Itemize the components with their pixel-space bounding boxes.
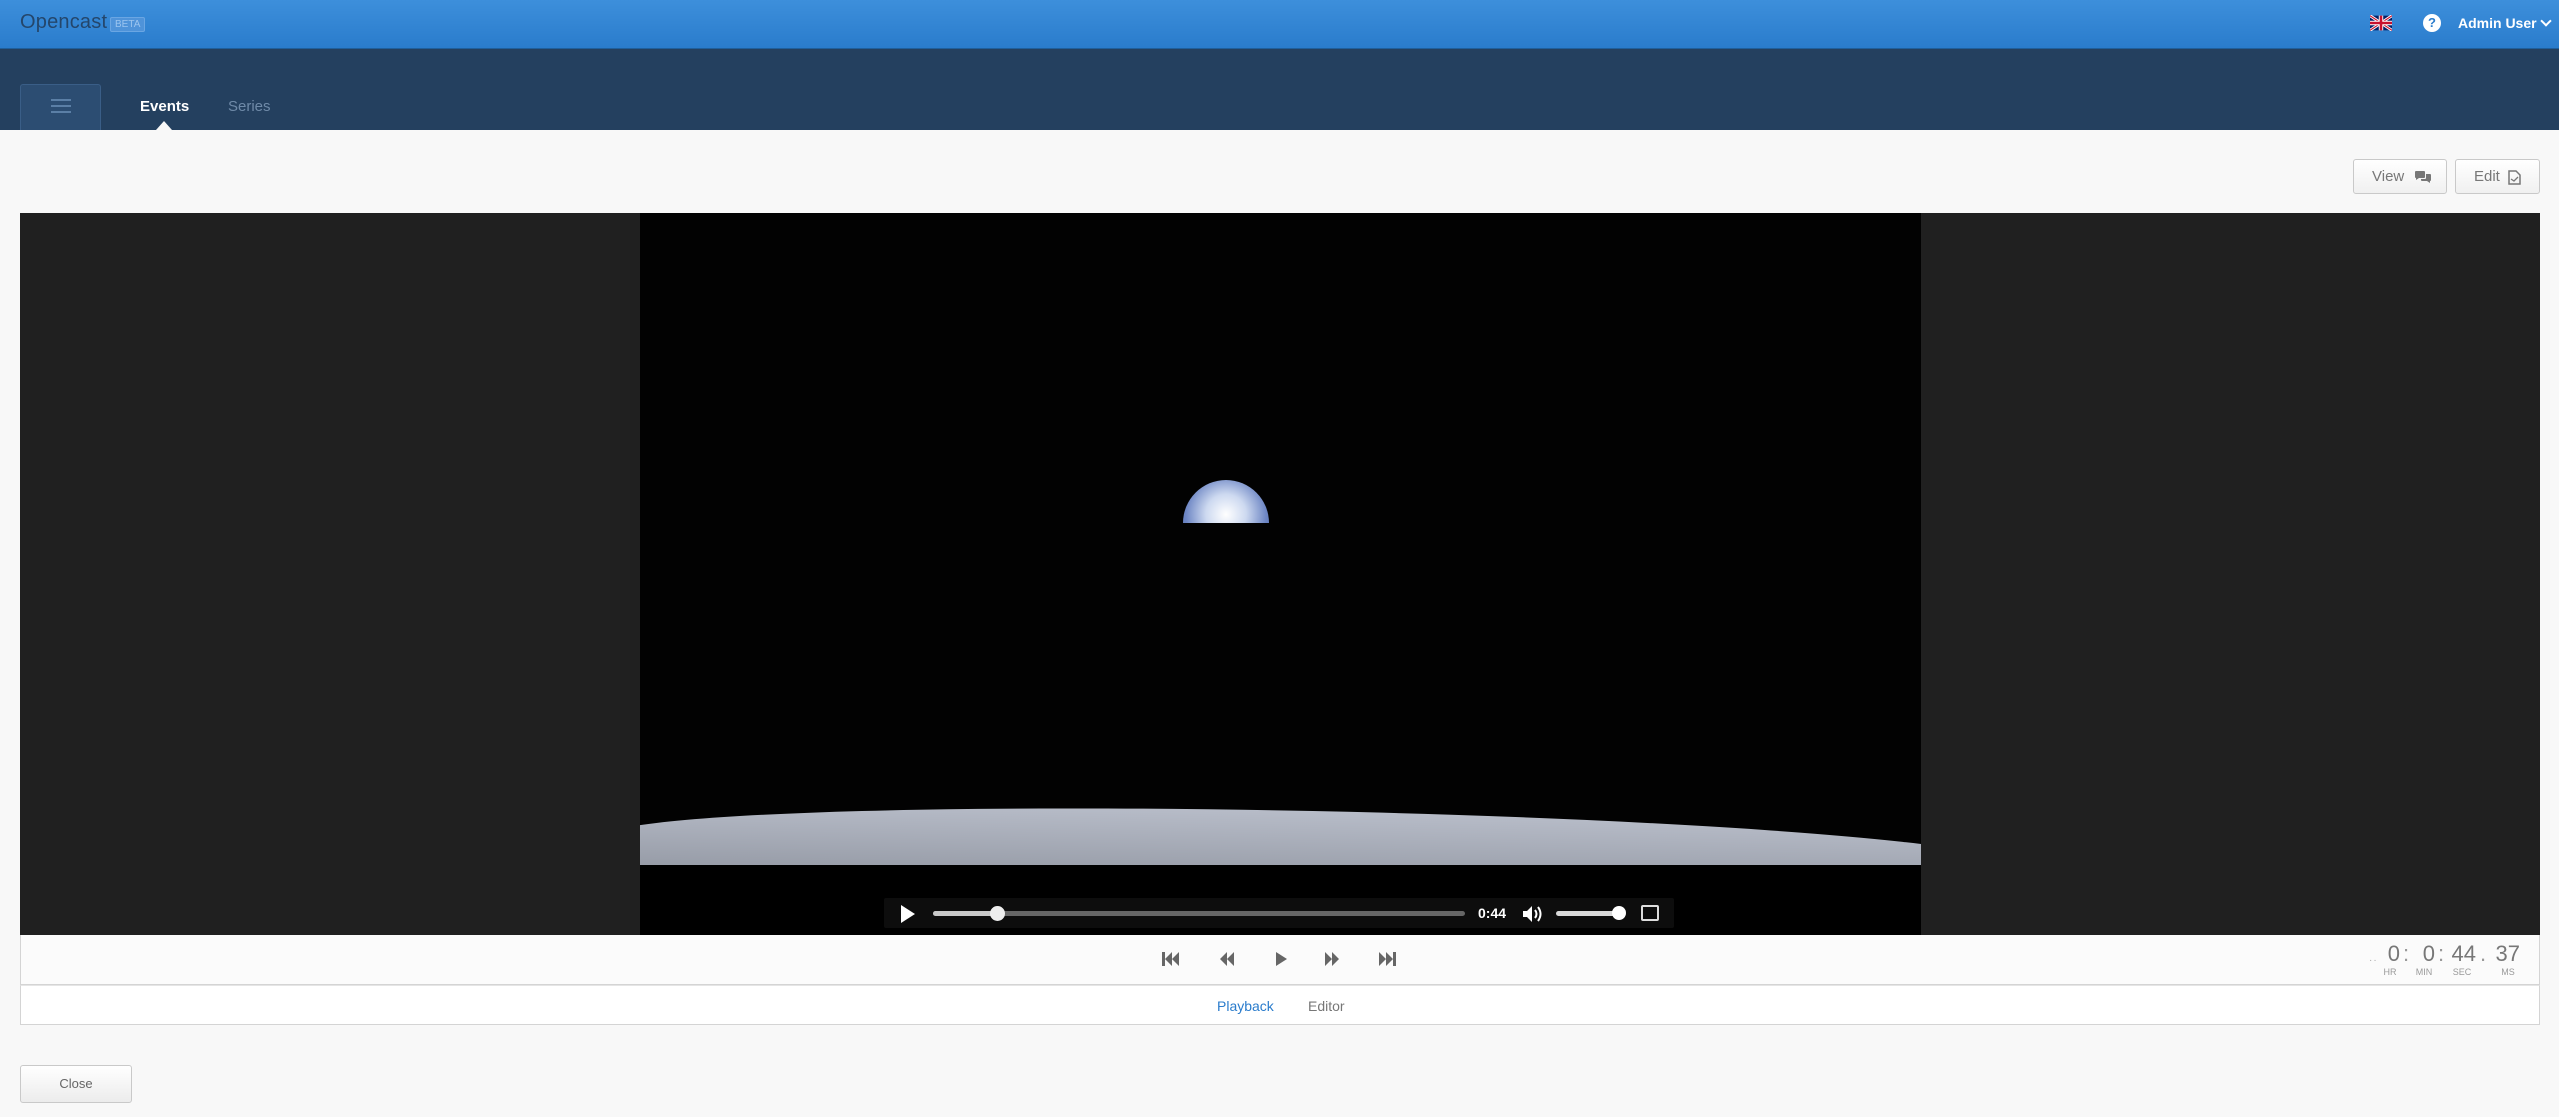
timecode-dots: ·· [2369,955,2378,966]
timecode-label-ms: MS [2501,967,2515,977]
video-stage [20,213,2540,935]
skip-to-start-icon[interactable] [1161,950,1181,968]
timecode-separator: : [2403,941,2410,966]
timecode-display: ·· 0 : 0 : 44 . 37 HR MIN SEC MS [2366,941,2541,981]
top-bar: Opencast BETA ? Admin User [0,0,2559,49]
view-button[interactable]: View [2353,159,2447,194]
tab-series[interactable]: Series [228,98,271,115]
tab-playback[interactable]: Playback [1217,998,1274,1014]
edit-button-label: Edit [2474,168,2500,185]
player-controls: 0:44 [884,898,1674,928]
menu-button[interactable] [20,84,101,130]
app-logo[interactable]: Opencast [20,11,107,34]
chevron-down-icon [2539,15,2552,27]
comments-icon [2415,171,2431,183]
fullscreen-icon[interactable] [1641,905,1659,921]
timecode-label-min: MIN [2415,967,2433,977]
flag-uk-icon[interactable] [2370,15,2392,31]
timecode-separator: . [2480,941,2487,966]
timecode-seconds: 44 [2451,941,2476,966]
view-button-label: View [2372,168,2405,185]
hamburger-icon [51,99,71,101]
tab-editor[interactable]: Editor [1308,998,1345,1014]
skip-to-end-icon[interactable] [1377,950,1397,968]
user-name: Admin User [2458,15,2537,31]
nav-bar: Events Series [0,49,2559,130]
help-icon[interactable]: ? [2423,14,2441,32]
edit-button[interactable]: Edit [2455,159,2540,194]
seek-bar-fill [933,911,997,916]
play-icon[interactable] [901,905,915,923]
fast-forward-icon[interactable] [1323,950,1341,968]
earth-image [1183,480,1269,523]
timecode-ms: 37 [2495,941,2520,966]
seek-bar-handle[interactable] [989,906,1005,921]
timecode-minutes: 0 [2422,941,2435,966]
current-time: 0:44 [1478,905,1507,921]
playback-control-bar: ·· 0 : 0 : 44 . 37 HR MIN SEC MS [20,935,2540,985]
user-menu[interactable]: Admin User [2458,15,2552,31]
hamburger-icon-line [51,105,71,107]
active-tab-pointer [156,121,172,130]
timecode-label-sec: SEC [2452,967,2472,977]
timecode-separator: : [2438,941,2445,966]
volume-icon[interactable] [1521,904,1545,924]
tab-events[interactable]: Events [140,98,189,115]
timecode-label-hr: HR [2383,967,2397,977]
timecode-hours: 0 [2387,941,2400,966]
document-icon [2508,170,2521,185]
seek-bar[interactable] [933,906,1465,921]
volume-slider-handle[interactable] [1612,906,1626,920]
rewind-icon[interactable] [1218,950,1236,968]
hamburger-icon-line [51,111,71,113]
play-icon[interactable] [1274,950,1288,968]
video-player[interactable] [640,213,1921,935]
mode-tabs: Playback Editor [20,985,2540,1025]
beta-badge: BETA [110,17,146,32]
close-button[interactable]: Close [20,1065,132,1103]
